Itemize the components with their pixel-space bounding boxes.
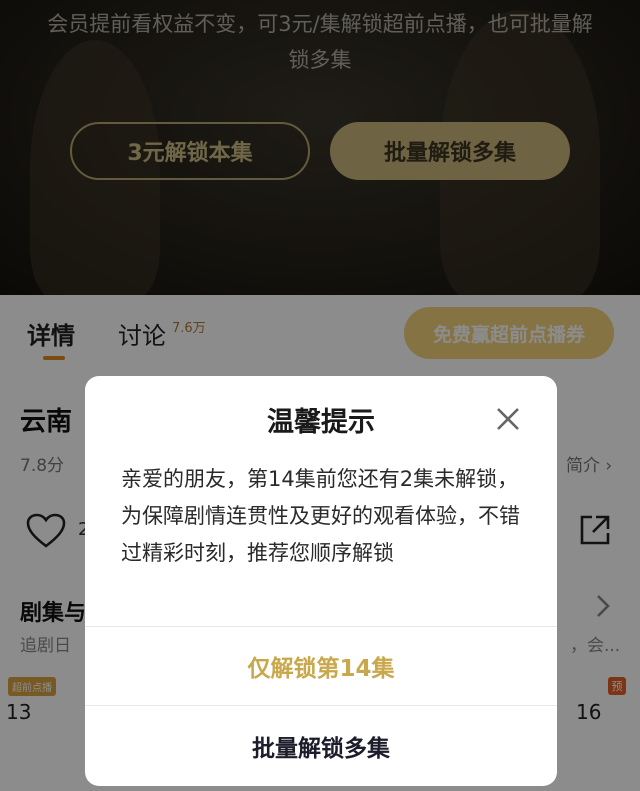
unlock-episode-14-button[interactable]: 仅解锁第14集 <box>85 627 557 705</box>
dialog-batch-unlock-button[interactable]: 批量解锁多集 <box>85 706 557 786</box>
dialog-message: 亲爱的朋友，第14集前您还有2集未解锁，为保障剧情连贯性及更好的观看体验，不错过… <box>121 467 520 565</box>
dialog-title: 温馨提示 <box>267 407 375 438</box>
unlock-reminder-dialog: 温馨提示 亲爱的朋友，第14集前您还有2集未解锁，为保障剧情连贯性及更好的观看体… <box>85 376 557 786</box>
close-icon[interactable] <box>493 404 523 434</box>
